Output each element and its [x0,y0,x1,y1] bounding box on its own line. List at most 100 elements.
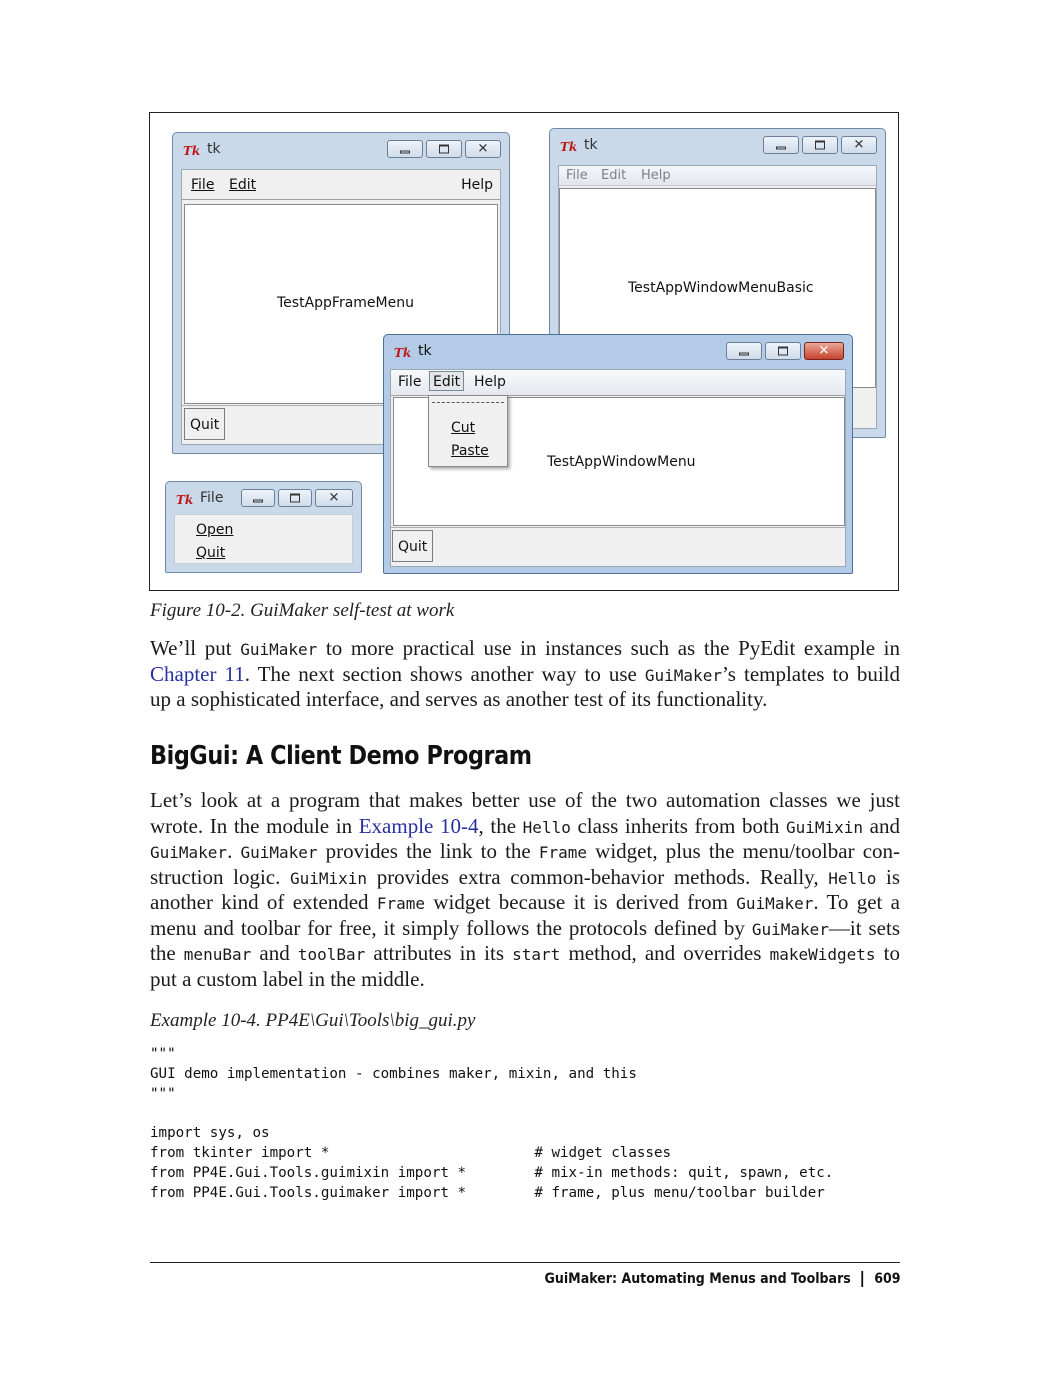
page-footer: GuiMaker: Automating Menus and Toolbars 6… [544,1271,900,1287]
menu-help[interactable]: Help [641,168,671,183]
page-number: 609 [873,1271,900,1287]
tk-feather-icon: Tk [560,140,577,153]
svg-text:Tk: Tk [176,493,193,506]
example-title: Example 10-4. PP4E\Gui\Tools\big_gui.py [150,1010,476,1031]
minimize-button[interactable] [763,136,799,154]
center-label: TestAppWindowMenu [547,454,696,470]
title-bar[interactable]: Tk tk ✕ [550,129,885,159]
maximize-button[interactable] [802,136,838,154]
maximize-icon [815,140,825,150]
menu-edit[interactable]: Edit [429,371,465,391]
menu-file[interactable]: File [566,168,588,183]
text-line: menu and toolbar for free, it simply fol… [150,915,901,940]
text-line: GuiMaker. GuiMaker provides the link to … [150,839,901,863]
text-line: Chapter 11. The next section shows anoth… [150,661,901,686]
window-client: Open Quit [174,514,353,564]
minimize-icon [776,146,786,150]
maximize-icon [439,144,449,154]
minimize-icon [739,352,749,356]
close-button[interactable]: ✕ [841,136,877,154]
paragraph-2: Let’s look at a program that makes bette… [150,788,900,992]
menu-bar: File Edit Help [182,170,500,200]
menu-bar: File Edit Help [559,166,876,186]
running-title: GuiMaker: Automating Menus and Toolbars [544,1271,851,1287]
tk-feather-icon: Tk [183,144,200,157]
toolbar: Quit [391,527,845,566]
maximize-button[interactable] [765,342,801,360]
svg-text:Tk: Tk [183,144,200,157]
tk-feather-icon: Tk [394,346,411,359]
close-button[interactable]: ✕ [315,489,353,507]
menu-help[interactable]: Help [474,374,506,390]
menu-file[interactable]: File [398,374,421,390]
quit-button[interactable]: Quit [184,408,226,440]
close-icon: ✕ [818,343,830,359]
code-line: GUI demo implementation - combines maker… [150,1065,637,1082]
minimize-icon [400,150,410,154]
close-icon: ✕ [853,137,865,153]
maximize-icon [778,346,788,356]
minimize-icon [253,499,263,503]
code-line: import sys, os [150,1125,270,1142]
text-line: up a sophisticated interface, and serves… [150,687,768,711]
minimize-button[interactable] [387,140,423,158]
minimize-button[interactable] [241,489,275,507]
figure-caption: Figure 10-2. GuiMaker self-test at work [150,600,455,621]
figure-10-2: Tk tk ✕ File Edit Help TestAppFrameMenu … [149,112,899,591]
title-bar[interactable]: Tk File ✕ [166,482,361,512]
chapter-link[interactable]: Chapter 11 [150,662,245,686]
section-heading: BigGui: A Client Demo Program [150,741,532,771]
tearoff-line[interactable] [432,402,504,403]
code-line: """ [150,1046,176,1062]
text-line: the menuBar and toolBar attributes in it… [150,941,901,965]
text-line: wrote. In the module in Example 10-4, th… [150,813,901,838]
svg-text:Tk: Tk [394,346,411,359]
window-file-tearoff: Tk File ✕ Open Quit [165,481,362,573]
menu-help[interactable]: Help [461,177,493,193]
window-title: tk [418,343,432,359]
menu-edit[interactable]: Edit [229,177,256,193]
close-button[interactable]: ✕ [465,140,501,158]
title-bar[interactable]: Tk tk ✕ [173,133,509,163]
menu-item-cut[interactable]: Cut [451,420,475,436]
window-title: File [200,490,224,506]
text-line: another kind of extended Frame widget be… [150,890,900,914]
maximize-icon [290,493,300,503]
edit-dropdown-menu: Cut Paste [428,395,508,467]
example-link[interactable]: Example 10-4 [359,814,479,838]
menu-item-quit[interactable]: Quit [196,545,225,561]
text-line: Let’s look at a program that makes bette… [150,788,900,812]
code-line: from tkinter import * # widget classes [150,1144,672,1161]
svg-text:Tk: Tk [560,140,577,153]
code-line: """ [150,1085,176,1102]
close-button[interactable]: ✕ [804,342,844,360]
minimize-button[interactable] [726,342,762,360]
code-line: from PP4E.Gui.Tools.guimaker import * # … [150,1184,825,1201]
menu-item-paste[interactable]: Paste [451,443,489,459]
menu-edit[interactable]: Edit [601,168,626,183]
quit-button[interactable]: Quit [392,530,434,562]
menu-bar: File Edit Help [391,370,845,396]
title-bar[interactable]: Tk tk ✕ [384,335,852,365]
text-line: We’ll put GuiMaker to more practical use… [150,636,900,660]
center-label: TestAppFrameMenu [277,295,414,311]
window-title: tk [584,137,598,153]
menu-file[interactable]: File [191,177,214,193]
tk-feather-icon: Tk [176,493,193,506]
maximize-button[interactable] [278,489,312,507]
window-client: File Edit Help TestAppWindowMenu Quit Cu… [390,369,846,567]
text-line: struction logic. GuiMixin provides extra… [150,864,901,889]
code-listing: """ GUI demo implementation - combines ma… [150,1045,833,1203]
close-icon: ✕ [328,490,340,506]
maximize-button[interactable] [426,140,462,158]
window-title: tk [207,141,221,157]
close-icon: ✕ [477,141,489,157]
window-menu: Tk tk ✕ File Edit Help TestAppWindowMenu… [383,334,853,574]
text-line: put a custom label in the middle. [150,966,425,991]
footer-rule [150,1262,900,1263]
code-line: from PP4E.Gui.Tools.guimixin import * # … [150,1164,834,1181]
footer-separator [861,1271,863,1287]
paragraph-1: We’ll put GuiMaker to more practical use… [150,636,900,713]
menu-item-open[interactable]: Open [196,522,233,538]
